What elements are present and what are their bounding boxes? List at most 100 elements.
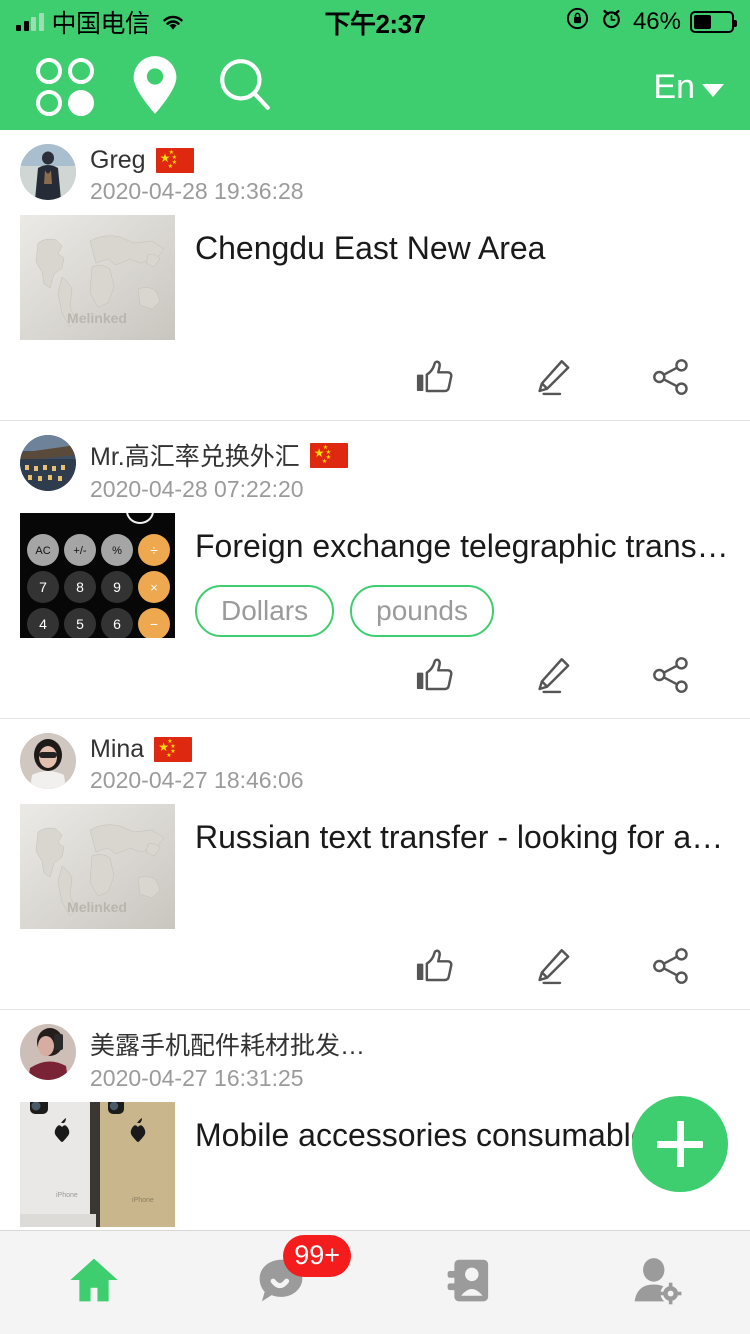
app-root: 中国电信 下午2:37 46% En Greg ★ ★ ★ ★ ★ 2020-0… (0, 0, 750, 1334)
location-pin-icon (129, 54, 181, 121)
nav-item-messages[interactable]: 99+ (188, 1231, 376, 1334)
grid-circles-icon (36, 58, 94, 116)
like-button[interactable] (376, 937, 494, 995)
battery-percent-label: 46% (632, 8, 681, 35)
tag-chip[interactable]: pounds (350, 585, 495, 638)
post-actions (20, 638, 730, 718)
post-title[interactable]: Russian text transfer - looking for a… (195, 818, 730, 856)
signal-bars-icon (16, 13, 44, 31)
post-item[interactable]: Mina ★ ★ ★ ★ ★ 2020-04-27 18:46:06 Melin… (0, 719, 750, 1010)
share-button[interactable] (612, 646, 730, 704)
comment-button[interactable] (494, 937, 612, 995)
thumbs-up-icon (414, 654, 456, 696)
share-button[interactable] (612, 937, 730, 995)
svg-text:4: 4 (39, 616, 47, 632)
post-meta: Mr.高汇率兑换外汇 ★ ★ ★ ★ ★ 2020-04-28 07:22:20 (90, 435, 348, 503)
search-icon (216, 56, 274, 119)
svg-text:×: × (150, 580, 158, 595)
bottom-navigation: 99+ (0, 1230, 750, 1334)
svg-text:+/-: +/- (73, 545, 86, 557)
post-thumbnail[interactable]: iPhone iPhone (20, 1102, 175, 1227)
language-selector[interactable]: En (653, 68, 730, 107)
svg-text:8: 8 (76, 579, 84, 595)
svg-text:5: 5 (76, 616, 84, 632)
location-button[interactable] (110, 44, 200, 130)
svg-text:iPhone: iPhone (56, 1192, 78, 1199)
home-icon (67, 1253, 121, 1312)
post-body: iPhone iPhone Mobile accessories consuma… (20, 1102, 730, 1227)
post-thumbnail[interactable]: Melinked (20, 215, 175, 340)
flag-china-icon: ★ ★ ★ ★ ★ (154, 737, 193, 762)
comment-button[interactable] (494, 348, 612, 406)
post-header: Mr.高汇率兑换外汇 ★ ★ ★ ★ ★ 2020-04-28 07:22:20 (20, 435, 730, 513)
svg-text:6: 6 (113, 616, 121, 632)
post-thumbnail[interactable]: AC +/- % ÷ 7 8 9 × 4 5 6 − (20, 513, 175, 638)
post-meta: Mina ★ ★ ★ ★ ★ 2020-04-27 18:46:06 (90, 733, 304, 794)
post-timestamp: 2020-04-28 07:22:20 (90, 476, 304, 502)
like-button[interactable] (376, 348, 494, 406)
share-nodes-icon (650, 945, 692, 987)
post-thumbnail[interactable]: Melinked (20, 804, 175, 929)
post-main: Russian text transfer - looking for a… (195, 804, 730, 856)
nav-item-contacts[interactable] (375, 1231, 563, 1334)
post-tags: Dollars pounds (195, 585, 730, 638)
author-name: Mina (90, 735, 145, 763)
tag-chip[interactable]: Dollars (195, 585, 335, 638)
thumbs-up-icon (414, 356, 456, 398)
author-name: 美露手机配件耗材批发… (90, 1032, 366, 1060)
share-button[interactable] (612, 348, 730, 406)
post-meta: Greg ★ ★ ★ ★ ★ 2020-04-28 19:36:28 (90, 144, 304, 205)
alarm-clock-icon (599, 6, 624, 38)
author-row: Mina ★ ★ ★ ★ ★ (90, 735, 304, 764)
create-post-fab[interactable] (632, 1096, 728, 1192)
user-gear-icon (629, 1253, 683, 1312)
author-name: Mr.高汇率兑换外汇 (90, 443, 300, 471)
like-button[interactable] (376, 646, 494, 704)
status-bar: 中国电信 下午2:37 46% (0, 0, 750, 44)
post-title[interactable]: Foreign exchange telegraphic trans… (195, 527, 730, 565)
comment-button[interactable] (494, 646, 612, 704)
message-badge: 99+ (283, 1234, 352, 1277)
svg-text:%: % (112, 545, 122, 557)
avatar[interactable] (20, 144, 76, 200)
post-body: Melinked Chengdu East New Area (20, 215, 730, 340)
grid-menu-button[interactable] (20, 44, 110, 130)
post-item[interactable]: Greg ★ ★ ★ ★ ★ 2020-04-28 19:36:28 Melin… (0, 130, 750, 421)
flag-china-icon: ★ ★ ★ ★ ★ (155, 148, 194, 173)
avatar[interactable] (20, 1024, 76, 1080)
post-body: Melinked Russian text transfer - looking… (20, 804, 730, 929)
pencil-icon (532, 356, 574, 398)
author-name: Greg (90, 146, 146, 174)
post-timestamp: 2020-04-28 19:36:28 (90, 178, 304, 204)
post-actions (20, 929, 730, 1009)
post-body: AC +/- % ÷ 7 8 9 × 4 5 6 − Foreign excha… (20, 513, 730, 638)
post-meta: 美露手机配件耗材批发… 2020-04-27 16:31:25 (90, 1024, 365, 1092)
contact-card-icon (442, 1253, 496, 1312)
flag-china-icon: ★ ★ ★ ★ ★ (309, 442, 348, 468)
post-feed[interactable]: Greg ★ ★ ★ ★ ★ 2020-04-28 19:36:28 Melin… (0, 130, 750, 1230)
svg-text:AC: AC (35, 545, 50, 557)
post-header: Mina ★ ★ ★ ★ ★ 2020-04-27 18:46:06 (20, 733, 730, 804)
app-header: En (0, 44, 750, 130)
post-title[interactable]: Chengdu East New Area (195, 229, 730, 267)
search-button[interactable] (200, 44, 290, 130)
post-header: 美露手机配件耗材批发… 2020-04-27 16:31:25 (20, 1024, 730, 1102)
pencil-icon (532, 654, 574, 696)
carrier-label: 中国电信 (51, 10, 151, 38)
wifi-icon (160, 12, 186, 32)
avatar[interactable] (20, 435, 76, 491)
author-row: 美露手机配件耗材批发… (90, 1026, 365, 1062)
post-item[interactable]: Mr.高汇率兑换外汇 ★ ★ ★ ★ ★ 2020-04-28 07:22:20 AC (0, 421, 750, 719)
nav-item-home[interactable] (0, 1231, 188, 1334)
battery-fill (694, 15, 711, 29)
post-header: Greg ★ ★ ★ ★ ★ 2020-04-28 19:36:28 (20, 144, 730, 215)
share-nodes-icon (650, 356, 692, 398)
status-bar-right: 46% (565, 6, 737, 38)
chevron-down-icon (702, 83, 724, 97)
thumbs-up-icon (414, 945, 456, 987)
nav-item-profile-settings[interactable] (563, 1231, 750, 1334)
avatar[interactable] (20, 733, 76, 789)
svg-text:7: 7 (39, 579, 47, 595)
status-bar-left: 中国电信 (16, 4, 186, 40)
post-main: Foreign exchange telegraphic trans… Doll… (195, 513, 730, 638)
